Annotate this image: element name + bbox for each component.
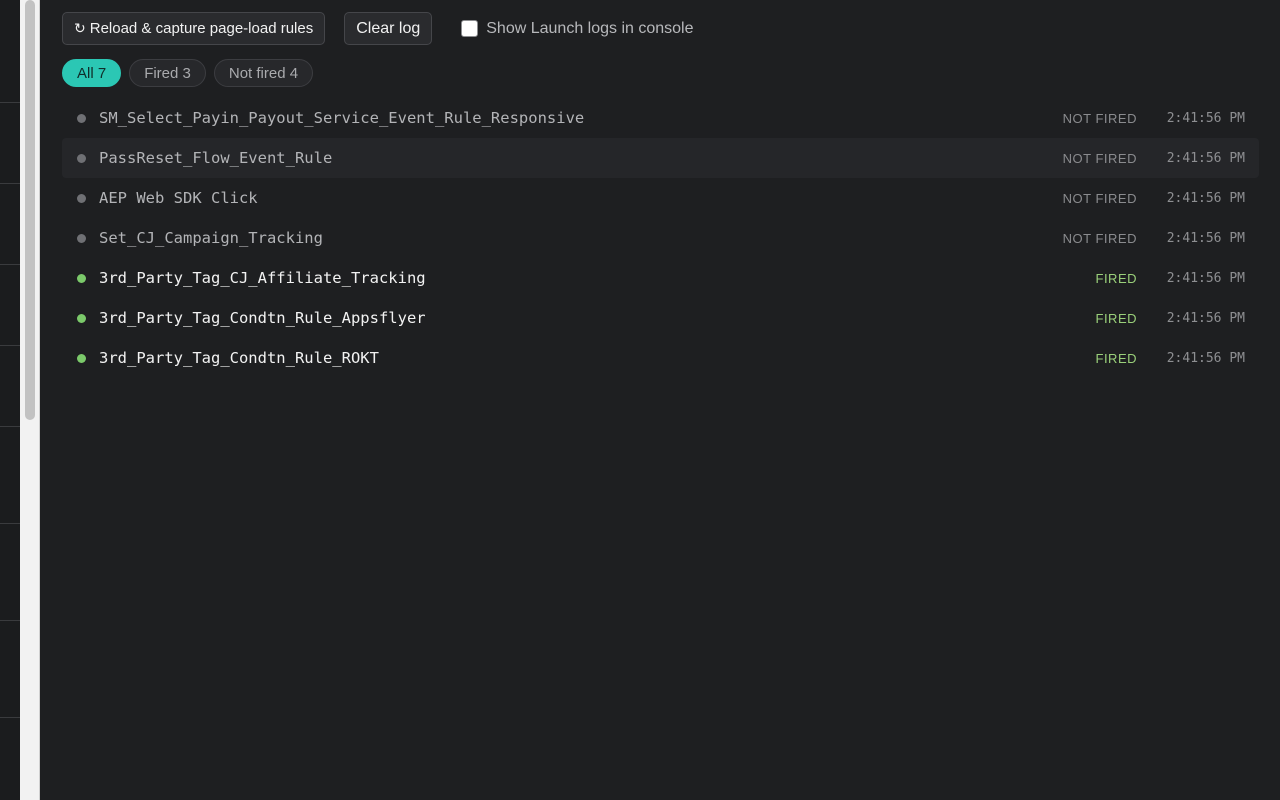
timestamp: 2:41:56 PM [1166, 270, 1245, 286]
status-label: NOT FIRED [1062, 230, 1137, 246]
rule-row[interactable]: 3rd_Party_Tag_Condtn_Rule_Appsflyer FIRE… [62, 298, 1259, 338]
rule-row[interactable]: Set_CJ_Campaign_Tracking NOT FIRED 2:41:… [62, 218, 1259, 258]
console-logs-label: Show Launch logs in console [486, 19, 694, 37]
rule-row[interactable]: SM_Select_Payin_Payout_Service_Event_Rul… [62, 98, 1259, 138]
rule-row[interactable]: AEP Web SDK Click NOT FIRED 2:41:56 PM [62, 178, 1259, 218]
scrollbar[interactable] [20, 0, 40, 800]
reload-capture-button[interactable]: ↻ Reload & capture page-load rules [62, 12, 326, 45]
reload-capture-label: Reload & capture page-load rules [89, 20, 314, 37]
status-label: NOT FIRED [1062, 110, 1137, 126]
rule-list: SM_Select_Payin_Payout_Service_Event_Rul… [62, 98, 1259, 378]
filter-not-fired[interactable]: Not fired 4 [213, 59, 314, 87]
timestamp: 2:41:56 PM [1166, 110, 1245, 126]
status-dot [77, 313, 86, 323]
rule-row[interactable]: PassReset_Flow_Event_Rule NOT FIRED 2:41… [62, 138, 1259, 178]
divider [0, 620, 20, 621]
status-dot [77, 153, 86, 163]
status-label: FIRED [1095, 310, 1137, 326]
divider [0, 523, 20, 524]
divider [0, 102, 20, 103]
rule-name: PassReset_Flow_Event_Rule [99, 149, 333, 167]
timestamp: 2:41:56 PM [1166, 150, 1245, 166]
status-dot [77, 193, 86, 203]
divider [0, 264, 20, 265]
console-logs-toggle[interactable]: Show Launch logs in console [461, 19, 694, 38]
filter-fired[interactable]: Fired 3 [129, 59, 206, 87]
timestamp: 2:41:56 PM [1166, 350, 1245, 366]
toolbar: ↻ Reload & capture page-load rules Clear… [62, 12, 694, 45]
rule-name: Set_CJ_Campaign_Tracking [99, 229, 323, 247]
timestamp: 2:41:56 PM [1166, 310, 1245, 326]
divider [0, 426, 20, 427]
rule-row[interactable]: 3rd_Party_Tag_CJ_Affiliate_Tracking FIRE… [62, 258, 1259, 298]
clear-log-button[interactable]: Clear log [344, 12, 433, 45]
rule-name: 3rd_Party_Tag_CJ_Affiliate_Tracking [99, 269, 426, 287]
rules-panel: ↻ Reload & capture page-load rules Clear… [41, 0, 1280, 800]
divider [0, 717, 20, 718]
status-label: NOT FIRED [1062, 150, 1137, 166]
rule-name: AEP Web SDK Click [99, 189, 258, 207]
divider [0, 183, 20, 184]
status-filter-group: All 7 Fired 3 Not fired 4 [62, 59, 314, 87]
status-dot [77, 353, 86, 363]
timestamp: 2:41:56 PM [1166, 190, 1245, 206]
filter-all[interactable]: All 7 [62, 59, 122, 87]
timestamp: 2:41:56 PM [1166, 230, 1245, 246]
status-dot [77, 273, 86, 283]
status-dot [77, 113, 86, 123]
rule-name: 3rd_Party_Tag_Condtn_Rule_Appsflyer [99, 309, 426, 327]
left-panel-edge [0, 0, 20, 800]
status-label: NOT FIRED [1062, 190, 1137, 206]
reload-icon: ↻ [74, 20, 86, 36]
console-logs-checkbox[interactable] [461, 20, 479, 37]
rule-name: SM_Select_Payin_Payout_Service_Event_Rul… [99, 109, 585, 127]
scrollbar-thumb[interactable] [25, 0, 35, 420]
rule-row[interactable]: 3rd_Party_Tag_Condtn_Rule_ROKT FIRED 2:4… [62, 338, 1259, 378]
status-dot [77, 233, 86, 243]
status-label: FIRED [1095, 270, 1137, 286]
status-label: FIRED [1095, 350, 1137, 366]
divider [0, 345, 20, 346]
rule-name: 3rd_Party_Tag_Condtn_Rule_ROKT [99, 349, 379, 367]
